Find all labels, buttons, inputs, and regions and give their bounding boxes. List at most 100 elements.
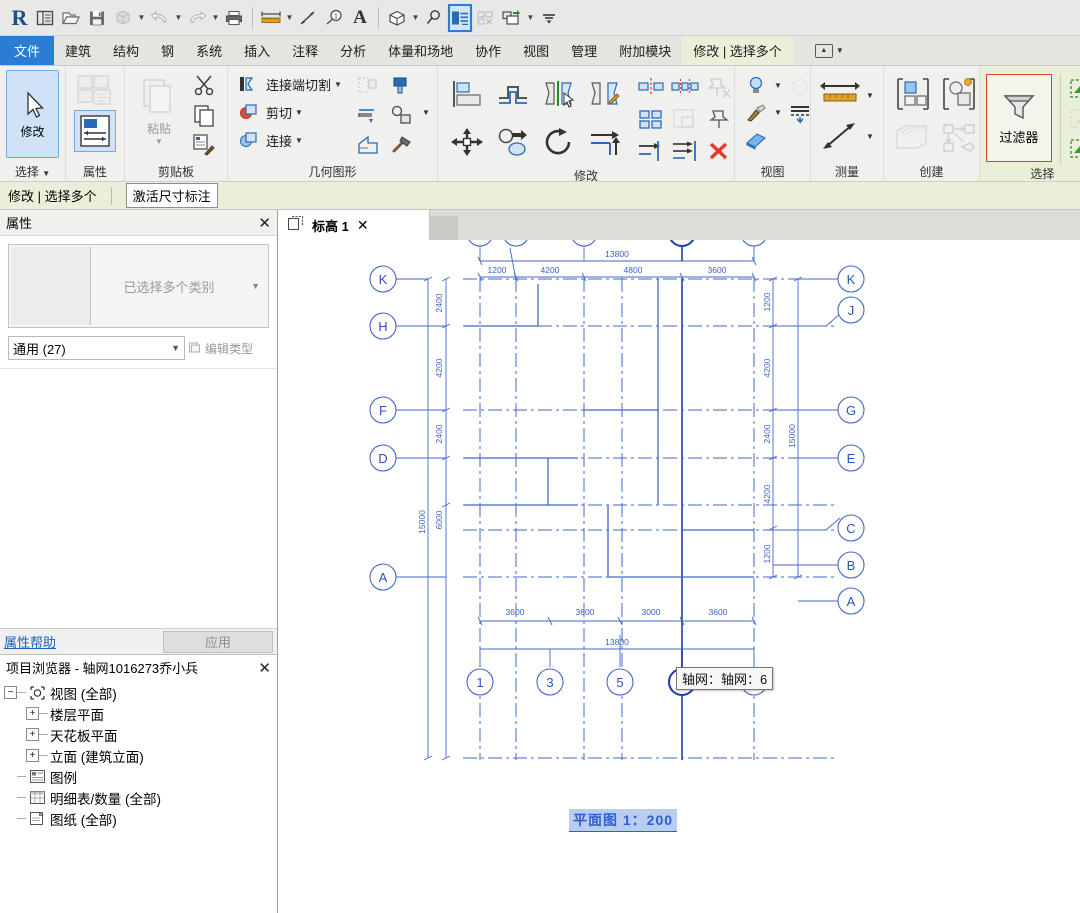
edit-type-button[interactable]: 编辑类型 [185, 336, 269, 360]
thin-lines-icon[interactable] [447, 2, 473, 33]
measure-between-references-button[interactable] [817, 75, 863, 115]
tab-modify-context[interactable]: 修改 | 选择多个 [682, 36, 793, 65]
panel-select-dropdown-icon[interactable]: ▼ [42, 169, 50, 178]
view-tab-close-icon[interactable]: ✕ [357, 217, 369, 234]
tab-massing-site[interactable]: 体量和场地 [377, 36, 464, 65]
default-3d-view-icon[interactable] [384, 3, 410, 33]
tab-file[interactable]: 文件 [0, 36, 55, 65]
tree-item-schedules[interactable]: 明细表/数量 (全部) [4, 787, 277, 808]
tag-icon[interactable]: 1 [321, 3, 347, 33]
tab-steel[interactable]: 钢 [150, 36, 185, 65]
tree-item-elevations[interactable]: + 立面 (建筑立面) [4, 745, 277, 766]
tab-annotate[interactable]: 注释 [281, 36, 329, 65]
redo-icon[interactable] [184, 3, 210, 33]
activate-dimensions-button[interactable]: 激活尺寸标注 [125, 183, 218, 208]
measure-between-references-dropdown-icon[interactable]: ▼ [866, 91, 874, 100]
delete-button[interactable] [702, 136, 736, 166]
tree-item-sheets[interactable]: 图纸 (全部) [4, 808, 277, 829]
tree-expander-icon[interactable]: − [4, 686, 17, 699]
measure-icon[interactable] [258, 3, 284, 33]
section-icon[interactable] [421, 3, 447, 33]
create-similar-button[interactable] [890, 72, 936, 116]
eraser-button[interactable] [741, 126, 771, 154]
array-button[interactable] [634, 104, 668, 134]
tree-item-floor-plans[interactable]: + 楼层平面 [4, 703, 277, 724]
modify-button[interactable]: 修改 [6, 70, 59, 158]
cope-button[interactable]: 连接端切割 ▼ [234, 70, 351, 98]
paste-dropdown-icon[interactable]: ▼ [155, 137, 163, 146]
category-combo[interactable]: 通用 (27) ▼ [8, 336, 185, 360]
type-selector-dropdown-icon[interactable]: ▼ [251, 281, 260, 291]
tab-analyze[interactable]: 分析 [329, 36, 377, 65]
demolish-button[interactable] [351, 70, 385, 100]
cut-geometry-button[interactable]: 剪切 ▼ [234, 98, 351, 126]
save-selection-button[interactable] [1065, 74, 1080, 104]
measure-along-element-dropdown-icon[interactable]: ▼ [866, 132, 874, 141]
create-part-button[interactable] [890, 116, 936, 160]
copy-button[interactable] [187, 100, 221, 130]
tab-manage[interactable]: 管理 [560, 36, 608, 65]
aligned-dimension-icon[interactable] [295, 3, 321, 33]
mirror-pick-axis-button[interactable] [536, 72, 582, 116]
trim-multiple-button[interactable] [668, 136, 702, 166]
view-title-label[interactable]: 平面图 1：200 [569, 809, 678, 832]
tab-systems[interactable]: 系统 [185, 36, 233, 65]
tree-expander-icon[interactable]: + [26, 728, 39, 741]
filter-button[interactable]: 过滤器 [985, 74, 1052, 162]
undo-dropdown-icon[interactable]: ▼ [173, 3, 184, 33]
paint-brush-button[interactable] [741, 99, 771, 127]
create-assembly-button[interactable] [936, 116, 982, 160]
drawing-canvas[interactable]: .gl { stroke:#4169c8; stroke-width:1; fi… [278, 240, 1080, 913]
pin-button[interactable] [702, 104, 736, 134]
tab-collaborate[interactable]: 协作 [464, 36, 512, 65]
join-geometry-dropdown-icon[interactable]: ▼ [295, 136, 303, 145]
customize-qat-icon[interactable] [536, 3, 562, 33]
temporary-hide-isolate-button[interactable] [741, 72, 771, 100]
match-type-button[interactable] [187, 130, 221, 160]
unpin-button[interactable] [702, 72, 736, 102]
align-button[interactable] [444, 72, 490, 116]
mirror-draw-axis-button[interactable] [582, 72, 628, 116]
save-as-icon[interactable] [110, 3, 136, 33]
tree-expander-icon[interactable]: + [26, 749, 39, 762]
tab-addins[interactable]: 附加模块 [608, 36, 682, 65]
scale-button[interactable] [668, 104, 702, 134]
properties-help-link[interactable]: 属性帮助 [4, 632, 163, 651]
cope-dropdown-icon[interactable]: ▼ [334, 80, 342, 89]
cut-button[interactable] [187, 70, 221, 100]
tab-structure[interactable]: 结构 [102, 36, 150, 65]
tab-architecture[interactable]: 建筑 [54, 36, 102, 65]
split-element-button[interactable] [634, 72, 668, 102]
load-selection-button[interactable] [1065, 134, 1080, 164]
save-as-dropdown-icon[interactable]: ▼ [136, 3, 147, 33]
paint-button[interactable] [385, 70, 419, 100]
split-face-button[interactable] [351, 100, 385, 130]
measure-along-element-button[interactable] [817, 117, 863, 155]
default-3d-dropdown-icon[interactable]: ▼ [410, 3, 421, 33]
wall-joins-button[interactable] [351, 130, 385, 160]
hammer-button[interactable] [385, 130, 419, 160]
tree-item-views[interactable]: − 视图 (全部) [4, 682, 277, 703]
project-browser-close-icon[interactable]: ✕ [258, 659, 271, 677]
copy-move-button[interactable] [490, 120, 536, 164]
ribbon-minimize-dropdown-icon[interactable]: ▼ [836, 46, 844, 55]
revit-logo-icon[interactable]: R [6, 3, 32, 33]
beam-join-button[interactable] [385, 100, 419, 130]
undo-icon[interactable] [147, 3, 173, 33]
tab-insert[interactable]: 插入 [233, 36, 281, 65]
trim-extend-button[interactable] [582, 120, 628, 164]
properties-button[interactable] [74, 110, 116, 152]
apply-button[interactable]: 应用 [163, 630, 273, 653]
open-icon[interactable] [58, 3, 84, 33]
category-chevron-down-icon[interactable]: ▼ [171, 343, 180, 353]
ribbon-minimize-control[interactable]: ▲ ▼ [814, 36, 844, 65]
paste-button[interactable]: 粘贴 ▼ [131, 70, 187, 146]
close-hidden-windows-icon[interactable] [473, 3, 499, 33]
ribbon-minimize-icon[interactable]: ▲ [814, 43, 833, 58]
move-button[interactable] [444, 120, 490, 164]
home-icon[interactable] [32, 3, 58, 33]
switch-windows-dropdown-icon[interactable]: ▼ [525, 3, 536, 33]
measure-dropdown-icon[interactable]: ▼ [284, 3, 295, 33]
tree-item-ceiling-plans[interactable]: + 天花板平面 [4, 724, 277, 745]
paint-brush-dropdown-icon[interactable]: ▼ [774, 108, 782, 117]
